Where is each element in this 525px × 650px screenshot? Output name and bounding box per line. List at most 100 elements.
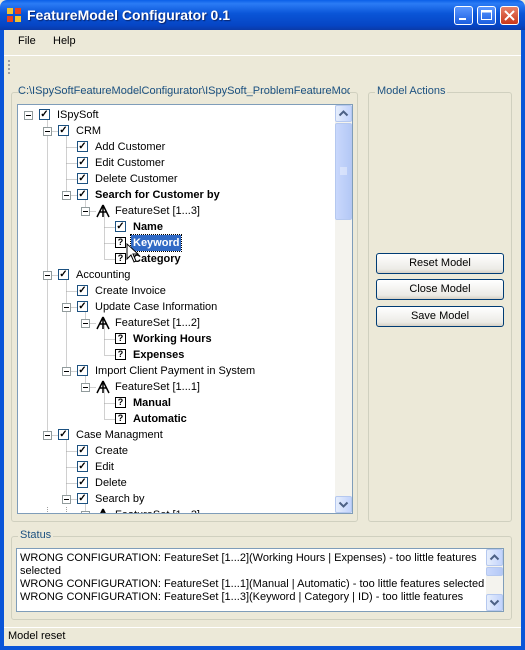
tree-node[interactable]: ✓ ISpySoft: [18, 107, 336, 123]
tree-expander-icon[interactable]: [62, 367, 71, 376]
tree-node[interactable]: ? Expenses: [18, 347, 336, 363]
status-vertical-scrollbar[interactable]: [486, 549, 503, 611]
close-window-button[interactable]: [500, 6, 519, 25]
tree-node[interactable]: ? Working Hours: [18, 331, 336, 347]
tree-node[interactable]: ✓ Accounting: [18, 267, 336, 283]
menu-bar: File Help: [4, 30, 521, 54]
question-mark-icon[interactable]: ?: [115, 349, 126, 360]
menu-help[interactable]: Help: [53, 35, 76, 47]
tree-node[interactable]: ✓ Delete: [18, 475, 336, 491]
window-frame-bottom: [0, 646, 525, 650]
tree-node[interactable]: ? Automatic: [18, 411, 336, 427]
tree-scroll-up-button[interactable]: [335, 105, 352, 122]
window-title: FeatureModel Configurator 0.1: [27, 7, 231, 23]
checkbox-icon[interactable]: ✓: [58, 429, 69, 440]
tree-expander-icon[interactable]: [62, 303, 71, 312]
tree-node[interactable]: ✓ Delete Customer: [18, 171, 336, 187]
question-mark-icon[interactable]: ?: [115, 253, 126, 264]
scroll-up-arrow-icon: [338, 110, 349, 117]
checkbox-icon[interactable]: ✓: [77, 141, 88, 152]
tree-node[interactable]: ? Manual: [18, 395, 336, 411]
tree-node[interactable]: ✓ CRM: [18, 123, 336, 139]
status-scroll-up-button[interactable]: [486, 549, 503, 566]
checkbox-icon[interactable]: ✓: [77, 445, 88, 456]
status-bar: Model reset: [4, 627, 521, 647]
checkbox-icon[interactable]: ✓: [77, 189, 88, 200]
question-mark-icon[interactable]: ?: [115, 413, 126, 424]
tree-node[interactable]: ✓ Search by: [18, 491, 336, 507]
title-bar[interactable]: FeatureModel Configurator 0.1: [0, 0, 525, 30]
tree-node[interactable]: ✓ Create: [18, 443, 336, 459]
tree-node[interactable]: ? Keyword: [18, 234, 336, 252]
tree-scroll-down-button[interactable]: [335, 496, 352, 513]
tree-node-label: Edit: [95, 461, 114, 473]
tree-node[interactable]: FeatureSet [1...3]: [18, 507, 336, 513]
tree-node[interactable]: ? Category: [18, 251, 336, 267]
tree-node-label: Case Managment: [76, 429, 163, 441]
toolbar-grip[interactable]: [8, 60, 10, 74]
tree-node-label: Working Hours: [133, 333, 212, 345]
tree-node[interactable]: FeatureSet [1...2]: [18, 315, 336, 331]
feature-tree[interactable]: ✓ ISpySoft ✓ CRM ✓ Add Customer ✓ Edit Customer…: [17, 104, 353, 514]
tree-node-label: Search for Customer by: [95, 189, 220, 201]
tree-node[interactable]: ✓ Name: [18, 219, 336, 235]
tree-expander-icon[interactable]: [43, 431, 52, 440]
tree-node[interactable]: ✓ Update Case Information: [18, 299, 336, 315]
checkbox-icon[interactable]: ✓: [77, 461, 88, 472]
tree-node-label: FeatureSet [1...1]: [115, 381, 200, 393]
checkbox-icon[interactable]: ✓: [77, 477, 88, 488]
tree-expander-icon[interactable]: [81, 511, 90, 513]
status-scroll-down-button[interactable]: [486, 594, 503, 611]
checkbox-icon[interactable]: ✓: [77, 173, 88, 184]
tree-node[interactable]: ✓ Import Client Payment in System: [18, 363, 336, 379]
status-scroll-thumb[interactable]: [486, 567, 503, 576]
checkbox-icon[interactable]: ✓: [115, 221, 126, 232]
tree-expander-icon[interactable]: [43, 127, 52, 136]
status-messages-box[interactable]: WRONG CONFIGURATION: FeatureSet [1...2](…: [16, 548, 504, 612]
maximize-icon: [481, 10, 492, 20]
minimize-button[interactable]: [454, 6, 473, 25]
save-model-button[interactable]: Save Model: [376, 306, 504, 327]
tree-node-label: Name: [133, 221, 163, 233]
tree-expander-icon[interactable]: [81, 319, 90, 328]
checkbox-icon[interactable]: ✓: [39, 109, 50, 120]
tree-node[interactable]: ✓ Edit Customer: [18, 155, 336, 171]
status-bar-text: Model reset: [8, 630, 66, 642]
tree-expander-icon[interactable]: [24, 111, 33, 120]
tree-expander-icon[interactable]: [62, 495, 71, 504]
status-message-line: WRONG CONFIGURATION: FeatureSet [1...1](…: [20, 578, 485, 590]
tree-expander-icon[interactable]: [62, 191, 71, 200]
checkbox-icon[interactable]: ✓: [77, 365, 88, 376]
checkbox-icon[interactable]: ✓: [77, 493, 88, 504]
tree-node-label: Update Case Information: [95, 301, 218, 313]
checkbox-icon[interactable]: ✓: [58, 269, 69, 280]
tree-vertical-scrollbar[interactable]: [335, 105, 352, 513]
tree-node[interactable]: ✓ Create Invoice: [18, 283, 336, 299]
tree-node[interactable]: ✓ Add Customer: [18, 139, 336, 155]
reset-model-button[interactable]: Reset Model: [376, 253, 504, 274]
tree-node[interactable]: FeatureSet [1...3]: [18, 203, 336, 219]
tree-node-label: Create Invoice: [95, 285, 166, 297]
menu-file[interactable]: File: [18, 35, 36, 47]
question-mark-icon[interactable]: ?: [115, 397, 126, 408]
tree-expander-icon[interactable]: [43, 271, 52, 280]
tree-node[interactable]: ✓ Case Managment: [18, 427, 336, 443]
close-model-button[interactable]: Close Model: [376, 279, 504, 300]
tree-expander-icon[interactable]: [81, 207, 90, 216]
tree-expander-icon[interactable]: [81, 383, 90, 392]
tree-node[interactable]: FeatureSet [1...1]: [18, 379, 336, 395]
tree-node-label: Manual: [133, 397, 171, 409]
checkbox-icon[interactable]: ✓: [58, 125, 69, 136]
maximize-button[interactable]: [477, 6, 496, 25]
checkbox-icon[interactable]: ✓: [77, 157, 88, 168]
question-mark-icon[interactable]: ?: [115, 237, 126, 248]
tree-node[interactable]: ✓ Edit: [18, 459, 336, 475]
tree-scroll-thumb[interactable]: [335, 123, 352, 220]
toolbar: [4, 55, 521, 78]
tree-node[interactable]: ✓ Search for Customer by: [18, 187, 336, 203]
question-mark-icon[interactable]: ?: [115, 333, 126, 344]
checkbox-icon[interactable]: ✓: [77, 301, 88, 312]
model-actions-label: Model Actions: [375, 85, 448, 97]
checkbox-icon[interactable]: ✓: [77, 285, 88, 296]
tree-node-label: Delete Customer: [95, 173, 178, 185]
